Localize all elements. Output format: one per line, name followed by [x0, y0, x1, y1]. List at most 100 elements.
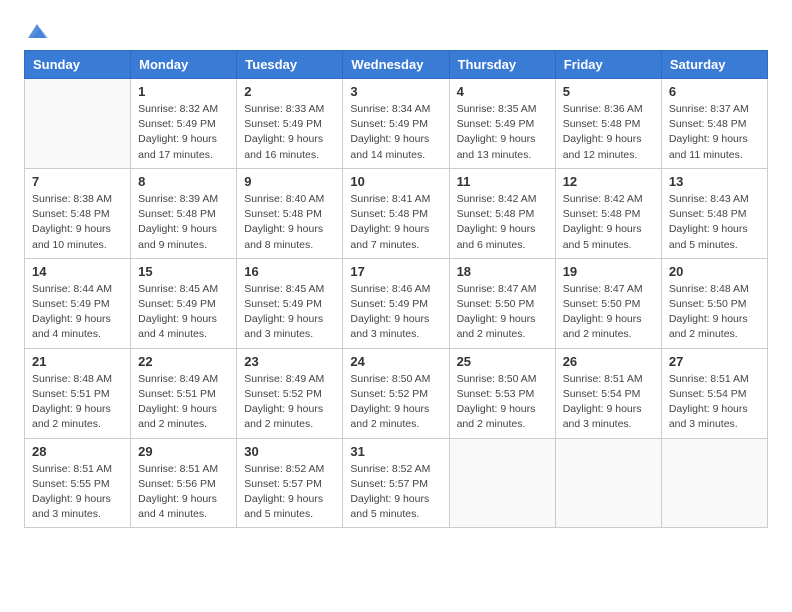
day-number: 27: [669, 354, 760, 369]
calendar-cell: [555, 438, 661, 528]
day-info: Sunrise: 8:48 AMSunset: 5:50 PMDaylight:…: [669, 282, 760, 343]
day-info: Sunrise: 8:47 AMSunset: 5:50 PMDaylight:…: [457, 282, 548, 343]
day-number: 11: [457, 174, 548, 189]
day-info: Sunrise: 8:52 AMSunset: 5:57 PMDaylight:…: [350, 462, 441, 523]
calendar-cell: 20 Sunrise: 8:48 AMSunset: 5:50 PMDayligh…: [661, 258, 767, 348]
day-info: Sunrise: 8:50 AMSunset: 5:52 PMDaylight:…: [350, 372, 441, 433]
calendar-cell: 5 Sunrise: 8:36 AMSunset: 5:48 PMDaylight…: [555, 79, 661, 169]
day-info: Sunrise: 8:46 AMSunset: 5:49 PMDaylight:…: [350, 282, 441, 343]
day-number: 6: [669, 84, 760, 99]
calendar-cell: 9 Sunrise: 8:40 AMSunset: 5:48 PMDaylight…: [237, 168, 343, 258]
day-info: Sunrise: 8:51 AMSunset: 5:56 PMDaylight:…: [138, 462, 229, 523]
day-info: Sunrise: 8:34 AMSunset: 5:49 PMDaylight:…: [350, 102, 441, 163]
day-info: Sunrise: 8:42 AMSunset: 5:48 PMDaylight:…: [457, 192, 548, 253]
calendar-cell: [449, 438, 555, 528]
calendar-cell: 21 Sunrise: 8:48 AMSunset: 5:51 PMDayligh…: [25, 348, 131, 438]
day-header-wednesday: Wednesday: [343, 51, 449, 79]
day-number: 24: [350, 354, 441, 369]
calendar-cell: 24 Sunrise: 8:50 AMSunset: 5:52 PMDayligh…: [343, 348, 449, 438]
day-info: Sunrise: 8:45 AMSunset: 5:49 PMDaylight:…: [138, 282, 229, 343]
day-number: 8: [138, 174, 229, 189]
day-info: Sunrise: 8:45 AMSunset: 5:49 PMDaylight:…: [244, 282, 335, 343]
day-info: Sunrise: 8:51 AMSunset: 5:55 PMDaylight:…: [32, 462, 123, 523]
day-number: 25: [457, 354, 548, 369]
day-info: Sunrise: 8:41 AMSunset: 5:48 PMDaylight:…: [350, 192, 441, 253]
day-info: Sunrise: 8:33 AMSunset: 5:49 PMDaylight:…: [244, 102, 335, 163]
calendar-cell: 13 Sunrise: 8:43 AMSunset: 5:48 PMDayligh…: [661, 168, 767, 258]
calendar-cell: 16 Sunrise: 8:45 AMSunset: 5:49 PMDayligh…: [237, 258, 343, 348]
calendar-cell: 6 Sunrise: 8:37 AMSunset: 5:48 PMDaylight…: [661, 79, 767, 169]
day-number: 20: [669, 264, 760, 279]
day-info: Sunrise: 8:32 AMSunset: 5:49 PMDaylight:…: [138, 102, 229, 163]
day-info: Sunrise: 8:43 AMSunset: 5:48 PMDaylight:…: [669, 192, 760, 253]
day-number: 30: [244, 444, 335, 459]
day-header-saturday: Saturday: [661, 51, 767, 79]
day-info: Sunrise: 8:40 AMSunset: 5:48 PMDaylight:…: [244, 192, 335, 253]
day-header-tuesday: Tuesday: [237, 51, 343, 79]
day-number: 28: [32, 444, 123, 459]
calendar-cell: 3 Sunrise: 8:34 AMSunset: 5:49 PMDaylight…: [343, 79, 449, 169]
day-info: Sunrise: 8:36 AMSunset: 5:48 PMDaylight:…: [563, 102, 654, 163]
calendar-cell: 31 Sunrise: 8:52 AMSunset: 5:57 PMDayligh…: [343, 438, 449, 528]
day-info: Sunrise: 8:35 AMSunset: 5:49 PMDaylight:…: [457, 102, 548, 163]
calendar-week-3: 14 Sunrise: 8:44 AMSunset: 5:49 PMDayligh…: [25, 258, 768, 348]
day-number: 31: [350, 444, 441, 459]
day-number: 21: [32, 354, 123, 369]
calendar-cell: 12 Sunrise: 8:42 AMSunset: 5:48 PMDayligh…: [555, 168, 661, 258]
calendar-header-row: SundayMondayTuesdayWednesdayThursdayFrid…: [25, 51, 768, 79]
calendar-cell: 15Sunrise: 8:45 AMSunset: 5:49 PMDayligh…: [131, 258, 237, 348]
calendar-cell: 11 Sunrise: 8:42 AMSunset: 5:48 PMDayligh…: [449, 168, 555, 258]
day-info: Sunrise: 8:42 AMSunset: 5:48 PMDaylight:…: [563, 192, 654, 253]
calendar-cell: 23 Sunrise: 8:49 AMSunset: 5:52 PMDayligh…: [237, 348, 343, 438]
day-header-monday: Monday: [131, 51, 237, 79]
day-info: Sunrise: 8:49 AMSunset: 5:52 PMDaylight:…: [244, 372, 335, 433]
day-info: Sunrise: 8:47 AMSunset: 5:50 PMDaylight:…: [563, 282, 654, 343]
day-info: Sunrise: 8:52 AMSunset: 5:57 PMDaylight:…: [244, 462, 335, 523]
calendar-week-5: 28 Sunrise: 8:51 AMSunset: 5:55 PMDayligh…: [25, 438, 768, 528]
day-number: 22: [138, 354, 229, 369]
day-info: Sunrise: 8:51 AMSunset: 5:54 PMDaylight:…: [563, 372, 654, 433]
logo-icon: [26, 20, 48, 42]
day-header-thursday: Thursday: [449, 51, 555, 79]
day-info: Sunrise: 8:50 AMSunset: 5:53 PMDaylight:…: [457, 372, 548, 433]
day-number: 19: [563, 264, 654, 279]
logo: [24, 20, 48, 40]
day-info: Sunrise: 8:39 AMSunset: 5:48 PMDaylight:…: [138, 192, 229, 253]
day-info: Sunrise: 8:38 AMSunset: 5:48 PMDaylight:…: [32, 192, 123, 253]
calendar-cell: 14 Sunrise: 8:44 AMSunset: 5:49 PMDayligh…: [25, 258, 131, 348]
calendar-cell: 29 Sunrise: 8:51 AMSunset: 5:56 PMDayligh…: [131, 438, 237, 528]
day-info: Sunrise: 8:37 AMSunset: 5:48 PMDaylight:…: [669, 102, 760, 163]
day-number: 12: [563, 174, 654, 189]
day-number: 3: [350, 84, 441, 99]
calendar-cell: 4 Sunrise: 8:35 AMSunset: 5:49 PMDaylight…: [449, 79, 555, 169]
day-header-sunday: Sunday: [25, 51, 131, 79]
day-number: 29: [138, 444, 229, 459]
calendar-cell: 19 Sunrise: 8:47 AMSunset: 5:50 PMDayligh…: [555, 258, 661, 348]
day-number: 26: [563, 354, 654, 369]
calendar-week-4: 21 Sunrise: 8:48 AMSunset: 5:51 PMDayligh…: [25, 348, 768, 438]
day-number: 5: [563, 84, 654, 99]
calendar-cell: [25, 79, 131, 169]
day-number: 2: [244, 84, 335, 99]
day-number: 18: [457, 264, 548, 279]
day-number: 1: [138, 84, 229, 99]
calendar-cell: 27Sunrise: 8:51 AMSunset: 5:54 PMDayligh…: [661, 348, 767, 438]
calendar-cell: 7Sunrise: 8:38 AMSunset: 5:48 PMDaylight…: [25, 168, 131, 258]
calendar-cell: 8 Sunrise: 8:39 AMSunset: 5:48 PMDaylight…: [131, 168, 237, 258]
calendar-week-1: 1 Sunrise: 8:32 AMSunset: 5:49 PMDaylight…: [25, 79, 768, 169]
day-number: 16: [244, 264, 335, 279]
day-number: 14: [32, 264, 123, 279]
calendar-cell: 2 Sunrise: 8:33 AMSunset: 5:49 PMDaylight…: [237, 79, 343, 169]
calendar-cell: 28 Sunrise: 8:51 AMSunset: 5:55 PMDayligh…: [25, 438, 131, 528]
calendar-cell: 22 Sunrise: 8:49 AMSunset: 5:51 PMDayligh…: [131, 348, 237, 438]
day-number: 4: [457, 84, 548, 99]
calendar-week-2: 7Sunrise: 8:38 AMSunset: 5:48 PMDaylight…: [25, 168, 768, 258]
day-info: Sunrise: 8:48 AMSunset: 5:51 PMDaylight:…: [32, 372, 123, 433]
day-number: 23: [244, 354, 335, 369]
day-info: Sunrise: 8:44 AMSunset: 5:49 PMDaylight:…: [32, 282, 123, 343]
day-number: 9: [244, 174, 335, 189]
page-header: [24, 20, 768, 40]
calendar-cell: 18 Sunrise: 8:47 AMSunset: 5:50 PMDayligh…: [449, 258, 555, 348]
day-number: 13: [669, 174, 760, 189]
day-info: Sunrise: 8:49 AMSunset: 5:51 PMDaylight:…: [138, 372, 229, 433]
